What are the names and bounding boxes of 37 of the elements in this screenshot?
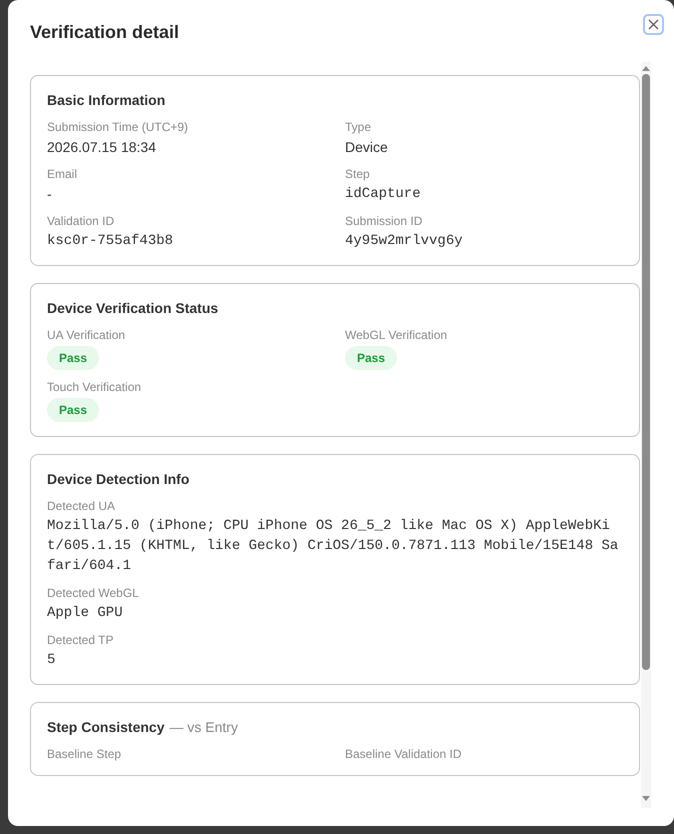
scrollbar[interactable]	[641, 62, 651, 808]
field-value: 4y95w2mrlvvg6y	[345, 232, 463, 251]
section-title: Device Verification Status	[47, 300, 218, 316]
field-value: Device	[345, 138, 388, 157]
close-button[interactable]	[643, 14, 664, 35]
status-badge: Pass	[345, 346, 398, 370]
field-label: Detected WebGL	[47, 586, 139, 600]
field-label: Email	[47, 167, 78, 181]
field-value: 2026.07.15 18:34	[47, 138, 156, 157]
field-label: Detected UA	[47, 499, 116, 513]
scroll-up-icon[interactable]	[642, 66, 650, 72]
field-value: -	[47, 185, 52, 204]
section-subtitle: — vs Entry	[169, 719, 238, 735]
close-icon	[648, 19, 659, 30]
field-label: Baseline Step	[47, 747, 122, 761]
section-title: Device Detection Info	[47, 471, 190, 487]
field-label: Submission Time (UTC+9)	[47, 120, 188, 134]
section-title: Step Consistency	[47, 719, 164, 735]
field-label: WebGL Verification	[345, 328, 448, 342]
section-title: Basic Information	[47, 92, 166, 108]
field-label: Touch Verification	[47, 380, 142, 394]
scroll-down-icon[interactable]	[642, 796, 650, 802]
field-label: Step	[345, 167, 370, 181]
field-value: ksc0r-755af43b8	[47, 232, 174, 251]
dialog-title: Verification detail	[30, 22, 180, 43]
field-label: Type	[345, 120, 372, 134]
field-label: UA Verification	[47, 328, 126, 342]
field-value: Apple GPU	[47, 604, 123, 623]
field-label: Validation ID	[47, 214, 114, 228]
field-value: idCapture	[345, 185, 421, 204]
field-label: Submission ID	[345, 214, 422, 228]
field-value: Mozilla/5.0 (iPhone; CPU iPhone OS 26_5_2 like Mac OS X) AppleWebKit/605.1.15 (KHTML, like Gecko) CriOS/150.0.7871.113 Mobile/15E148 Safari/604.1	[47, 517, 620, 576]
status-badge: Pass	[47, 346, 100, 370]
field-label: Baseline Validation ID	[345, 747, 462, 761]
status-badge: Pass	[47, 398, 100, 422]
field-label: Detected TP	[47, 633, 114, 647]
field-value: 5	[47, 651, 56, 670]
